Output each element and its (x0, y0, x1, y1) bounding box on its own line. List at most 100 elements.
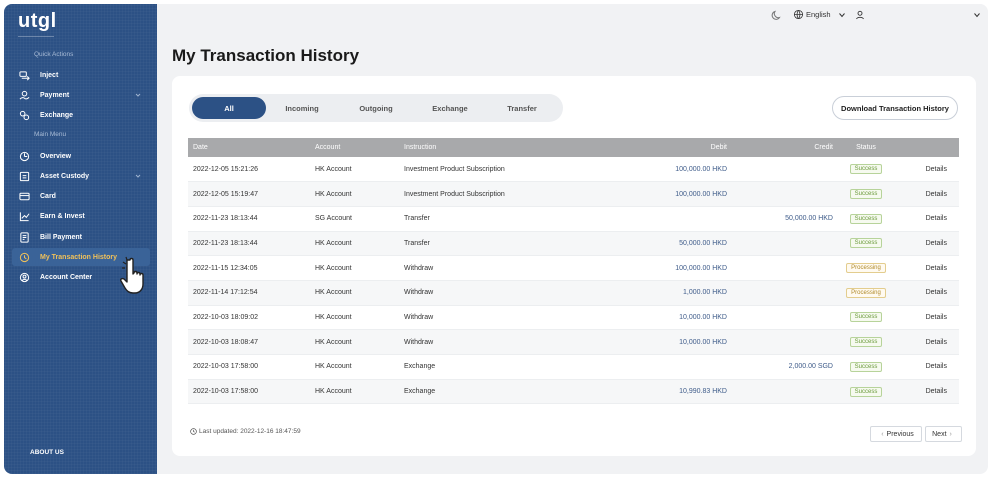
status-badge: Success (849, 189, 883, 200)
header-credit: Credit (814, 144, 833, 151)
tab-all[interactable]: All (192, 97, 266, 119)
payment-icon (18, 89, 30, 101)
row-date: 2022-11-14 17:12:54 (193, 289, 258, 297)
row-account: SG Account (315, 215, 352, 223)
user-account-selector[interactable] (855, 8, 985, 22)
sidebar-item-card[interactable]: Card (12, 187, 150, 205)
row-date: 2022-12-05 15:21:26 (193, 165, 258, 173)
row-debit: 10,990.83 HKD (679, 388, 727, 396)
row-instruction: Exchange (404, 388, 436, 396)
chart-icon (18, 210, 30, 222)
page-title: My Transaction History (172, 46, 360, 65)
header-actions (894, 138, 959, 157)
language-selector[interactable]: English (793, 9, 848, 20)
quick-actions-label: Quick Actions (34, 51, 74, 58)
chevron-down-icon (838, 12, 845, 17)
status-badge: Success (849, 312, 883, 323)
row-debit: 10,000.00 HKD (679, 313, 727, 321)
details-link[interactable]: Details (894, 157, 959, 182)
last-updated: Last updated: 2022-12-16 18:47:59 (190, 428, 301, 435)
sidebar: utgl Quick Actions Inject Payment Exchan… (4, 4, 157, 474)
history-icon (18, 251, 30, 263)
details-link[interactable]: Details (894, 379, 959, 404)
row-status: Success (838, 305, 894, 330)
row-status: Success (838, 330, 894, 355)
table-row: 2022-12-05 15:19:47 HK Account Investment … (188, 181, 959, 207)
chevron-down-icon (974, 13, 980, 18)
logo[interactable]: utgl (18, 10, 57, 33)
card-icon (18, 190, 30, 202)
sidebar-item-label: Payment (40, 91, 70, 99)
sidebar-item-asset-custody[interactable]: Asset Custody (12, 167, 150, 185)
row-credit (732, 256, 838, 281)
row-account: HK Account (315, 190, 352, 198)
user-icon (856, 10, 864, 20)
tab-transfer[interactable]: Transfer (491, 97, 553, 119)
header-debit: Debit (710, 144, 727, 151)
table-body: 2022-12-05 15:21:26 HK Account Investment … (188, 157, 959, 404)
main-menu-label: Main Menu (34, 131, 67, 138)
status-badge: Success (849, 164, 883, 175)
row-date: 2022-10-03 18:08:47 (193, 338, 258, 346)
details-link[interactable]: Details (894, 355, 959, 380)
details-link[interactable]: Details (894, 280, 959, 305)
row-instruction: Withdraw (404, 289, 434, 297)
header-instruction: Instruction (404, 144, 437, 151)
asset-custody-icon (18, 170, 30, 182)
row-status: Processing (838, 256, 894, 281)
transactions-card: All Incoming Outgoing Exchange Transfer … (172, 76, 976, 456)
sidebar-item-earn-invest[interactable]: Earn & Invest (12, 207, 150, 225)
sidebar-item-bill-payment[interactable]: Bill Payment (12, 228, 150, 246)
details-link[interactable]: Details (894, 330, 959, 355)
logo-divider (18, 36, 54, 37)
details-link[interactable]: Details (894, 231, 959, 256)
sidebar-item-exchange[interactable]: Exchange (12, 106, 150, 124)
details-link[interactable]: Details (894, 305, 959, 330)
about-us-link[interactable]: ABOUT US (30, 449, 64, 456)
row-account: HK Account (315, 239, 352, 247)
details-link[interactable]: Details (894, 206, 959, 231)
next-page-button[interactable]: Next › (925, 426, 962, 442)
tab-incoming[interactable]: Incoming (271, 97, 333, 119)
download-history-button[interactable]: Download Transaction History (832, 96, 958, 120)
status-badge: Processing (846, 287, 886, 298)
clock-icon (190, 428, 197, 435)
row-date: 2022-10-03 17:58:00 (193, 363, 258, 371)
sidebar-item-overview[interactable]: Overview (12, 147, 150, 165)
row-credit (732, 305, 838, 330)
row-instruction: Withdraw (404, 313, 434, 321)
row-date: 2022-11-23 18:13:44 (193, 239, 258, 247)
row-account: HK Account (315, 289, 352, 297)
tab-outgoing[interactable]: Outgoing (345, 97, 407, 119)
row-date: 2022-11-15 12:34:05 (193, 264, 258, 272)
globe-icon (793, 9, 804, 20)
table-row: 2022-11-15 12:34:05 HK Account Withdraw 100… (188, 256, 959, 281)
row-status: Success (838, 355, 894, 380)
table-header-row: Date Account Instruction Debit Credit St… (188, 138, 959, 157)
tab-exchange[interactable]: Exchange (419, 97, 481, 119)
row-credit (732, 330, 838, 355)
sidebar-item-inject[interactable]: Inject (12, 66, 150, 84)
row-status: Processing (838, 280, 894, 305)
row-instruction: Transfer (404, 215, 430, 223)
previous-page-button[interactable]: ‹ Previous (870, 426, 922, 442)
row-instruction: Investment Product Subscription (404, 165, 505, 173)
status-badge: Success (849, 337, 883, 348)
details-link[interactable]: Details (894, 256, 959, 281)
sidebar-item-label: Earn & Invest (40, 212, 85, 220)
row-instruction: Exchange (404, 363, 436, 371)
language-label: English (806, 10, 831, 19)
row-account: HK Account (315, 363, 352, 371)
moon-icon[interactable] (771, 9, 783, 21)
row-debit: 1,000.00 HKD (683, 289, 727, 297)
sidebar-item-payment[interactable]: Payment (12, 86, 150, 104)
row-account: HK Account (315, 264, 352, 272)
header-account: Account (315, 144, 341, 151)
sidebar-item-label: My Transaction History (40, 253, 118, 261)
details-link[interactable]: Details (894, 182, 959, 207)
row-instruction: Withdraw (404, 264, 434, 272)
row-credit (732, 280, 838, 305)
sidebar-item-label: Inject (40, 71, 59, 79)
row-status: Success (838, 157, 894, 182)
overview-icon (18, 150, 30, 162)
